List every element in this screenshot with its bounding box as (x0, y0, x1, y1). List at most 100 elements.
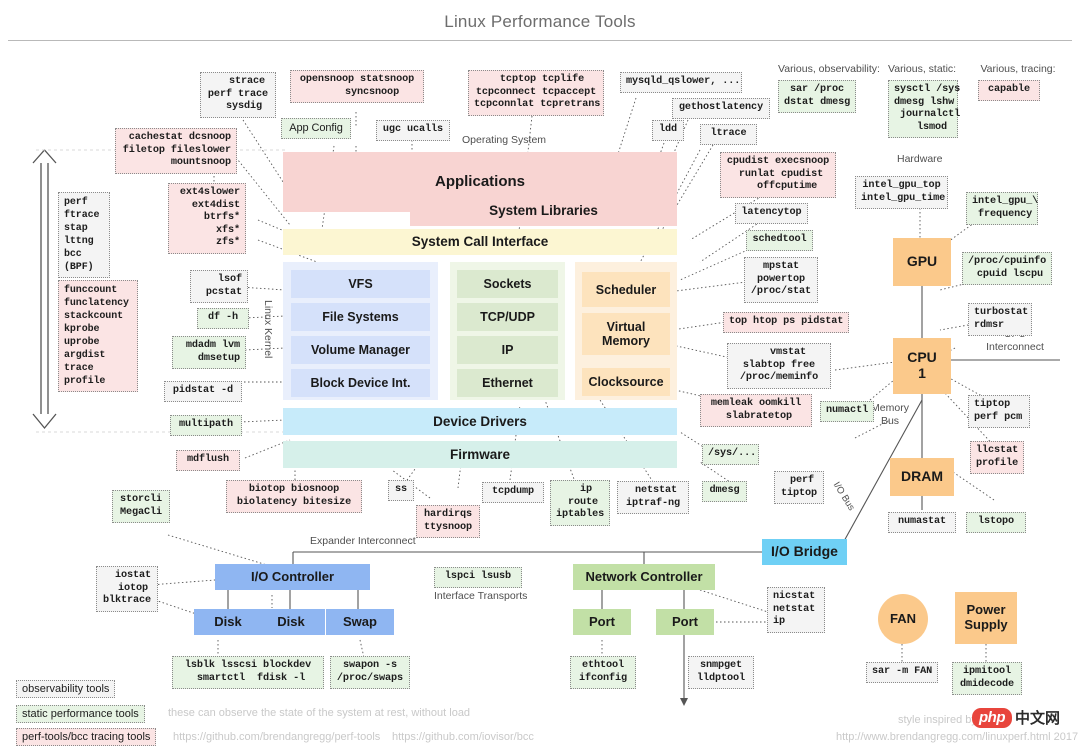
block-block-device-int: Block Device Int. (291, 369, 430, 397)
block-io-controller: I/O Controller (215, 564, 370, 590)
legend-note-static: these can observe the state of the syste… (168, 707, 471, 719)
label-operating-system: Operating System (462, 134, 547, 146)
block-network-controller: Network Controller (573, 564, 715, 590)
toolbox-biotop: biotop biosnoop biolatency bitesize (226, 480, 362, 514)
legend-tracing: perf-tools/bcc tracing tools (16, 728, 157, 746)
block-device-drivers: Device Drivers (283, 408, 677, 435)
toolbox-gethostlatency: gethostlatency (672, 98, 770, 119)
php-watermark-cn: 中文网 (1015, 710, 1061, 727)
legend-link-bcc: https://github.com/iovisor/bcc (392, 731, 534, 743)
block-clocksource: Clocksource (582, 368, 670, 396)
port-arrow-head (680, 698, 688, 706)
legend-source-url: http://www.brendangregg.com/linuxperf.ht… (836, 731, 1079, 743)
toolbox-numactl: numactl (820, 401, 874, 422)
toolbox-cachestat: cachestat dcsnoop filetop fileslower mou… (115, 128, 237, 174)
block-io-bridge: I/O Bridge (762, 539, 847, 565)
block-disk-1: Disk (194, 609, 262, 635)
label-expander-interconnect: Expander Interconnect (310, 535, 416, 547)
toolbox-cpudist: cpudist execsnoop runlat cpudist offcput… (720, 152, 836, 198)
toolbox-ldd: ldd (652, 120, 684, 141)
toolbox-lstopo: lstopo (966, 512, 1026, 533)
php-watermark: php 中文网 (972, 707, 1060, 728)
toolbox-perf-tiptop: perf tiptop (774, 471, 824, 505)
label-io-bus: I/O Bus (830, 480, 857, 513)
toolbox-ss: ss (388, 480, 414, 501)
block-system-call-interface: System Call Interface (283, 229, 677, 255)
toolbox-tcpdump: tcpdump (482, 482, 544, 503)
toolbox-strace: strace perf trace sysdig (200, 72, 276, 118)
toolbox-schedtool: schedtool (746, 230, 813, 251)
block-system-libraries: System Libraries (410, 196, 677, 226)
toolbox-multipath: multipath (170, 415, 242, 436)
block-ethernet: Ethernet (457, 369, 558, 397)
toolbox-sar-fan: sar -m FAN (866, 662, 938, 683)
block-scheduler: Scheduler (582, 272, 670, 307)
toolbox-df: df -h (197, 308, 249, 329)
block-cpu: CPU 1 (893, 338, 951, 394)
toolbox-lspci: lspci lsusb (434, 567, 522, 588)
toolbox-pidstat-d: pidstat -d (164, 381, 242, 402)
label-various-tracing: Various, tracing: (980, 63, 1056, 75)
toolbox-ip-route: ip route iptables (550, 480, 610, 526)
legend-observability: observability tools (16, 680, 116, 698)
block-file-systems: File Systems (291, 303, 430, 331)
toolbox-sar-proc: sar /proc dstat dmesg (778, 80, 856, 114)
block-disk-2: Disk (257, 609, 325, 635)
toolbox-netstat: netstat iptraf-ng (617, 481, 689, 515)
toolbox-nicstat: nicstat netstat ip (767, 587, 825, 633)
toolbox-memleak: memleak oomkill slabratetop (700, 394, 812, 428)
toolbox-mdflush: mdflush (176, 450, 240, 471)
label-linux-kernel: Linux Kernel (262, 300, 274, 359)
header-divider (8, 40, 1072, 41)
kernel-depth-arrow (32, 149, 57, 430)
toolbox-perf-ftrace: perf ftrace stap lttng bcc (BPF) (58, 192, 110, 278)
toolbox-swapon: swapon -s /proc/swaps (330, 656, 410, 690)
label-interface-transports: Interface Transports (434, 590, 528, 602)
toolbox-capable: capable (978, 80, 1040, 101)
toolbox-mysqld-qslower: mysqld_qslower, ... (620, 72, 742, 93)
block-ip: IP (457, 336, 558, 364)
toolbox-hardirqs: hardirqs ttysnoop (416, 505, 480, 539)
legend-link-perf-tools: https://github.com/brendangregg/perf-too… (173, 731, 381, 743)
block-virtual-memory: Virtual Memory (582, 313, 670, 355)
toolbox-intel-gpu-top: intel_gpu_top intel_gpu_time (855, 176, 948, 210)
php-logo: php (972, 707, 1012, 728)
block-vfs: VFS (291, 270, 430, 298)
toolbox-intel-gpu-frequency: intel_gpu_\ frequency (966, 192, 1038, 226)
label-various-observability: Various, observability: (778, 63, 880, 75)
toolbox-funccount: funccount funclatency stackcount kprobe … (58, 280, 138, 392)
toolbox-mpstat: mpstat powertop /proc/stat (744, 257, 818, 303)
label-various-static: Various, static: (888, 63, 957, 75)
page-title: Linux Performance Tools (444, 12, 636, 31)
block-port-2: Port (656, 609, 714, 635)
toolbox-ethtool: ethtool ifconfig (570, 656, 636, 690)
block-dram: DRAM (890, 458, 954, 496)
toolbox-top-htop: top htop ps pidstat (723, 312, 849, 333)
toolbox-numastat: numastat (888, 512, 956, 533)
block-firmware: Firmware (283, 441, 677, 468)
block-port-1: Port (573, 609, 631, 635)
block-tcp-udp: TCP/UDP (457, 303, 558, 331)
toolbox-iostat: iostat iotop blktrace (96, 566, 158, 612)
block-volume-manager: Volume Manager (291, 336, 430, 364)
toolbox-sysctl: sysctl /sys dmesg lshw journalctl lsmod (888, 80, 960, 139)
toolbox-ipmitool: ipmitool dmidecode (952, 662, 1022, 696)
toolbox-dmesg: dmesg (702, 481, 747, 502)
toolbox-storcli: storcli MegaCli (112, 490, 170, 524)
toolbox-latencytop: latencytop (735, 203, 808, 224)
block-gpu: GPU (893, 238, 951, 286)
toolbox-snmpget: snmpget lldptool (688, 656, 754, 690)
toolbox-lsblk: lsblk lsscsi blockdev smartctl fdisk -l (172, 656, 324, 690)
toolbox-vmstat: vmstat slabtop free /proc/meminfo (727, 343, 831, 389)
block-sockets: Sockets (457, 270, 558, 298)
toolbox-app-config: App Config (281, 118, 351, 139)
legend-static: static performance tools (16, 705, 145, 723)
toolbox-lsof: lsof pcstat (190, 270, 248, 304)
toolbox-opensnoop: opensnoop statsnoop syncsnoop (290, 70, 424, 104)
toolbox-sys-dir: /sys/... (702, 444, 759, 465)
toolbox-turbostat: turbostat rdmsr (968, 303, 1032, 337)
label-hardware: Hardware (897, 153, 943, 165)
block-power-supply: Power Supply (955, 592, 1017, 644)
toolbox-tcptop: tcptop tcplife tcpconnect tcpaccept tcpc… (468, 70, 604, 116)
toolbox-llcstat: llcstat profile (970, 441, 1024, 475)
